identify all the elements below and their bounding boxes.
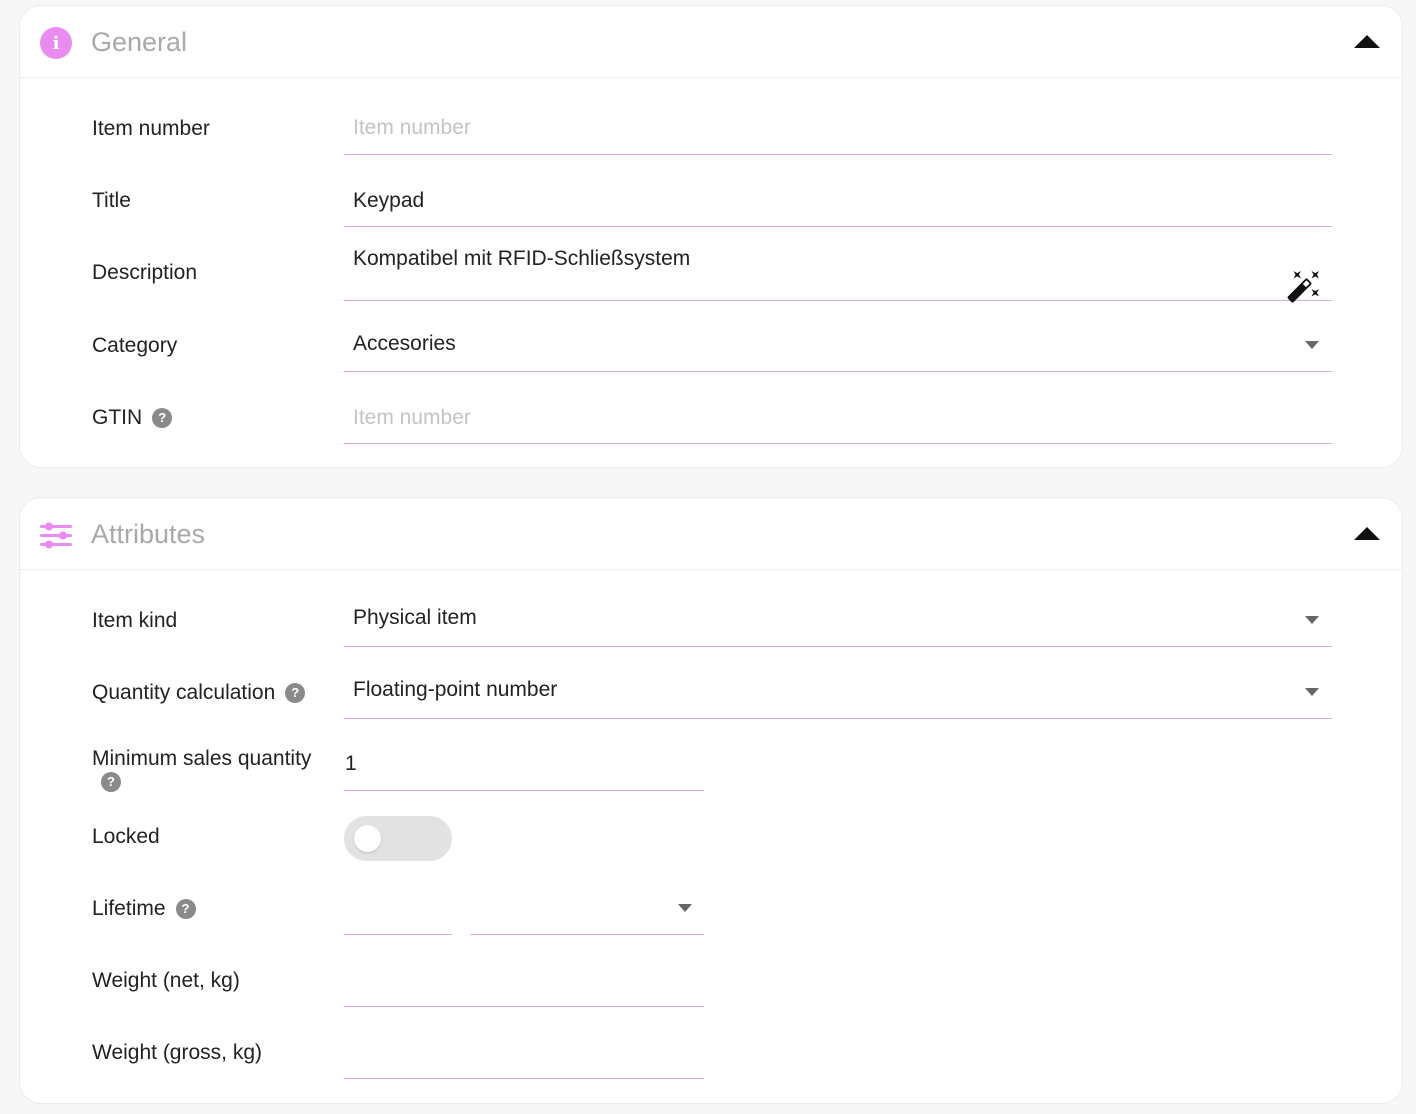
lifetime-unit-select[interactable] [470,880,704,935]
general-header[interactable]: i General [20,6,1402,78]
description-value: Kompatibel mit RFID-Schließsystem [353,247,691,270]
chevron-up-icon [1354,34,1380,48]
quantity-calculation-label: Quantity calculation ? [92,680,306,706]
minimum-sales-quantity-label: Minimum sales quantity ? [92,746,311,792]
item-number-input[interactable] [353,116,1321,140]
question-icon[interactable]: ? [175,899,196,919]
quantity-calculation-select[interactable]: Floating-point number [344,664,1332,719]
attributes-header[interactable]: Attributes [20,498,1402,570]
lifetime-value-field[interactable] [344,880,452,935]
category-value: Accesories [353,332,456,355]
general-section: i General Item number Title Keypad Descr… [19,5,1403,468]
magic-wand-icon[interactable] [1286,268,1322,304]
attributes-title: Attributes [91,519,206,549]
attributes-section: Attributes Item kind Physical item Quant… [19,497,1403,1104]
category-label: Category [92,334,178,357]
item-kind-label: Item kind [92,609,178,632]
dropdown-arrow-icon [1305,616,1319,624]
toggle-knob [354,825,381,852]
chevron-up-icon [1354,526,1380,540]
description-field[interactable]: Kompatibel mit RFID-Schließsystem [344,246,1332,304]
title-label: Title [92,189,131,212]
gtin-input[interactable] [353,406,1321,430]
title-value: Keypad [353,189,425,212]
info-icon: i [39,26,73,60]
weight-net-label: Weight (net, kg) [92,969,240,992]
gtin-field[interactable] [344,390,1332,444]
minimum-sales-quantity-field[interactable]: 1 [344,736,704,791]
dropdown-arrow-icon [1305,341,1319,349]
lifetime-label: Lifetime ? [92,896,196,922]
item-kind-value: Physical item [353,606,477,629]
minimum-sales-quantity-value: 1 [345,752,357,775]
item-number-label: Item number [92,117,210,140]
locked-label: Locked [92,825,160,848]
item-kind-select[interactable]: Physical item [344,592,1332,647]
general-title: General [91,27,188,57]
question-icon[interactable]: ? [152,408,173,428]
gtin-label: GTIN ? [92,405,173,431]
description-label: Description [92,261,198,284]
weight-net-field[interactable] [344,952,704,1007]
question-icon[interactable]: ? [285,683,306,703]
locked-toggle[interactable] [344,816,452,861]
title-field[interactable]: Keypad [344,174,1332,227]
weight-gross-field[interactable] [344,1024,704,1079]
item-number-field[interactable] [344,102,1332,155]
quantity-calculation-value: Floating-point number [353,678,558,701]
sliders-icon [39,518,73,552]
collapse-attributes-button[interactable] [1352,522,1382,544]
dropdown-arrow-icon [1305,688,1319,696]
question-icon[interactable]: ? [101,772,121,792]
dropdown-arrow-icon [678,904,692,912]
weight-gross-label: Weight (gross, kg) [92,1041,262,1064]
collapse-general-button[interactable] [1352,30,1382,52]
category-select[interactable]: Accesories [344,318,1332,372]
